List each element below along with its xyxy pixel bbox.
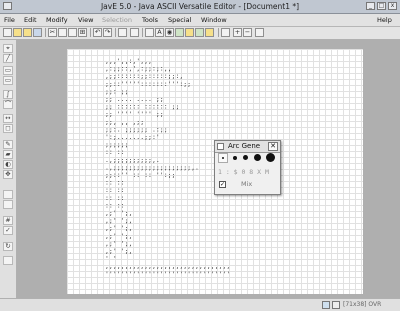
snap-toggle-icon[interactable]: ✓	[3, 226, 13, 235]
minimize-icon[interactable]: _	[366, 2, 375, 10]
settings-icon[interactable]	[255, 28, 264, 37]
ascii-art-line: ''''''''''''''''''''''''''''''''	[105, 270, 230, 278]
grid-toggle-icon[interactable]: #	[3, 216, 13, 225]
brush-size-5[interactable]	[266, 153, 275, 162]
globe-icon[interactable]	[195, 28, 204, 37]
rectangle-tool-icon[interactable]: ▭	[3, 66, 13, 75]
document-icon[interactable]	[145, 28, 154, 37]
menu-file[interactable]: File	[4, 14, 15, 26]
dialog-titlebar[interactable]: Arc Gene ✕	[215, 141, 280, 153]
pencil-tool-icon[interactable]: ✎	[3, 140, 13, 149]
eye-icon[interactable]: ◉	[165, 28, 174, 37]
window-controls: _ □ x	[366, 2, 397, 10]
open-folder-icon[interactable]	[13, 28, 22, 37]
status-bar: [71x38] OVR	[0, 298, 400, 311]
menu-help[interactable]: Help	[377, 14, 392, 26]
menu-view[interactable]: View	[78, 14, 93, 26]
menu-selection[interactable]: Selection	[102, 14, 132, 26]
status-mode-icon	[322, 301, 330, 309]
brush-size-3[interactable]	[243, 155, 248, 160]
brush-size-1[interactable]	[222, 157, 224, 159]
star-icon[interactable]	[205, 28, 214, 37]
mix-checkbox[interactable]: ✓	[219, 181, 226, 188]
line-tool-icon[interactable]: ╱	[3, 54, 13, 63]
layer-checkbox[interactable]	[3, 190, 13, 199]
menu-window[interactable]: Window	[201, 14, 227, 26]
paste-icon[interactable]	[68, 28, 77, 37]
redo-icon[interactable]: ↷	[103, 28, 112, 37]
cut-icon[interactable]: ✂	[48, 28, 57, 37]
web-icon[interactable]	[175, 28, 184, 37]
arc-generator-dialog[interactable]: Arc Gene ✕ 1 : $ 0 8 X M ✓ Mix	[214, 140, 281, 195]
grid-icon[interactable]	[221, 28, 230, 37]
dialog-title: Arc Gene	[228, 142, 261, 150]
zoom-out-icon[interactable]: −	[243, 28, 252, 37]
crop-icon[interactable]	[118, 28, 127, 37]
title-bar: JavE 5.0 - Java ASCII Versatile Editor -…	[0, 0, 400, 14]
tools-palette: ⌖ ╱ ▭ ▭ ∫ ⌒ ↔ ◻ ✎ ▰ ◐ ✥ # ✓ ↻	[0, 40, 17, 298]
close-icon[interactable]: ✕	[268, 142, 278, 151]
arrow-tool-icon[interactable]: ↔	[3, 114, 13, 123]
eraser-tool-icon[interactable]: ▰	[3, 150, 13, 159]
dialog-app-icon	[217, 143, 224, 150]
menu-edit[interactable]: Edit	[24, 14, 37, 26]
menu-modify[interactable]: Modify	[46, 14, 68, 26]
rectangle-select-icon[interactable]: ▭	[3, 76, 13, 85]
status-lock-icon	[332, 301, 340, 309]
recent-folder-icon[interactable]	[23, 28, 32, 37]
new-document-icon[interactable]	[3, 28, 12, 37]
mix-label: Mix	[241, 180, 253, 188]
copy-icon[interactable]	[58, 28, 67, 37]
arc-tool-icon[interactable]: ⌒	[3, 100, 13, 109]
menu-bar: File Edit Modify View Selection Tools Sp…	[0, 14, 400, 27]
fill-tool-icon[interactable]: ◐	[3, 160, 13, 169]
work-area: ,,,',,:,',,, ,:;;::,',:;;:;:,, ,;;::::::…	[17, 40, 400, 298]
maximize-icon[interactable]: □	[377, 2, 386, 10]
select-tool-icon[interactable]: ⌖	[3, 44, 13, 53]
window-title: JavE 5.0 - Java ASCII Versatile Editor -…	[100, 2, 300, 11]
move-tool-icon[interactable]: ✥	[3, 170, 13, 179]
brush-size-4[interactable]	[254, 154, 261, 161]
rotate-tool-icon[interactable]: ↻	[3, 242, 13, 251]
layer-checkbox[interactable]	[3, 200, 13, 209]
shape-tool-icon[interactable]: ◻	[3, 124, 13, 133]
menu-special[interactable]: Special	[168, 14, 191, 26]
main-toolbar: ✂ ⊞ ↶ ↷ A ◉ + −	[0, 27, 400, 40]
undo-icon[interactable]: ↶	[93, 28, 102, 37]
layer-checkbox[interactable]	[3, 256, 13, 265]
menu-tools[interactable]: Tools	[142, 14, 158, 26]
highlight-icon[interactable]	[185, 28, 194, 37]
freehand-tool-icon[interactable]: ∫	[3, 90, 13, 99]
paste-special-icon[interactable]: ⊞	[78, 28, 87, 37]
close-icon[interactable]: x	[388, 2, 397, 10]
status-text: [71x38] OVR	[343, 301, 382, 308]
text-icon[interactable]: A	[155, 28, 164, 37]
character-set[interactable]: 1 : $ 0 8 X M	[218, 168, 269, 177]
image-icon[interactable]	[130, 28, 139, 37]
save-icon[interactable]	[33, 28, 42, 37]
zoom-in-icon[interactable]: +	[233, 28, 242, 37]
brush-size-2[interactable]	[233, 156, 237, 160]
